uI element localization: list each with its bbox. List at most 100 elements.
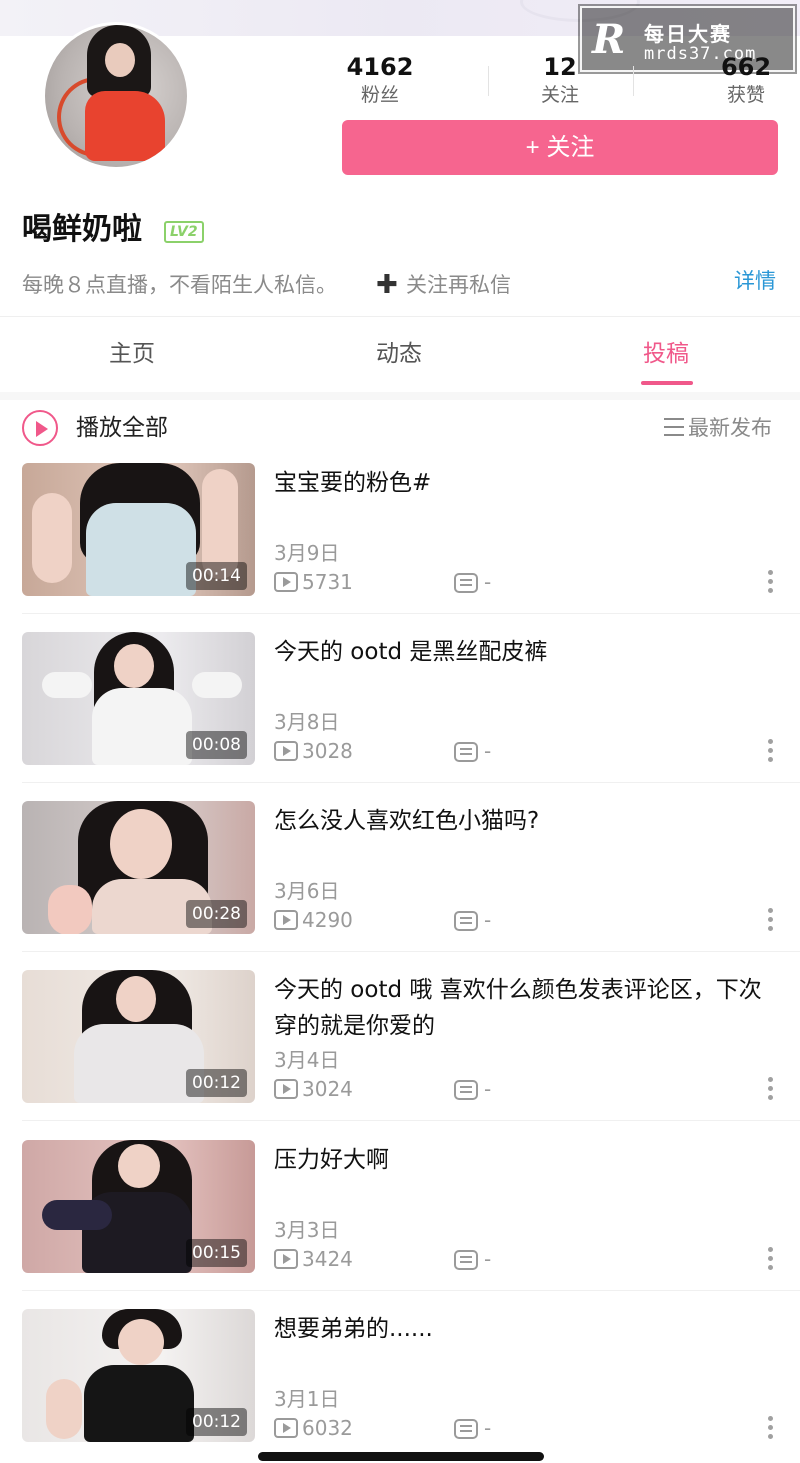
comment-icon — [454, 1419, 478, 1439]
thumbnail-detail — [116, 976, 156, 1022]
play-all-button[interactable]: 播放全部 — [76, 411, 168, 445]
more-options-icon[interactable] — [766, 1247, 774, 1275]
video-duration: 00:12 — [186, 1408, 247, 1436]
bio-follow-text: 关注再私信 — [406, 273, 511, 297]
video-item[interactable]: 00:28 怎么没人喜欢红色小猫吗? 3月6日 4290 - — [0, 801, 800, 970]
stat-label: 粉丝 — [360, 84, 399, 106]
stat-label: 关注 — [540, 84, 579, 106]
sort-button[interactable]: 最新发布 — [688, 411, 772, 445]
divider — [22, 782, 800, 783]
stat-value: 4162 — [346, 53, 414, 81]
play-count-icon — [274, 910, 298, 930]
more-options-icon[interactable] — [766, 1416, 774, 1444]
video-title[interactable]: 怎么没人喜欢红色小猫吗? — [274, 803, 784, 839]
video-duration: 00:12 — [186, 1069, 247, 1097]
tab-submissions[interactable]: 投稿 — [606, 336, 726, 372]
comment-icon — [454, 1080, 478, 1100]
video-date: 3月3日 — [274, 1218, 340, 1242]
comment-icon — [454, 911, 478, 931]
more-options-icon[interactable] — [766, 739, 774, 767]
thumbnail-detail — [114, 644, 154, 688]
video-date: 3月9日 — [274, 541, 340, 565]
comment-icon — [454, 573, 478, 593]
stat-label: 获赞 — [726, 84, 765, 106]
video-item[interactable]: 00:15 压力好大啊 3月3日 3424 - — [0, 1140, 800, 1309]
divider — [22, 613, 800, 614]
divider — [0, 392, 800, 400]
video-duration: 00:08 — [186, 731, 247, 759]
play-all-icon[interactable] — [22, 410, 58, 446]
video-item[interactable]: 00:12 想要弟弟的...... 3月1日 6032 - — [0, 1309, 800, 1463]
sort-icon[interactable] — [664, 418, 684, 436]
video-thumbnail[interactable]: 00:12 — [22, 970, 255, 1103]
thumbnail-detail — [118, 1144, 160, 1188]
video-thumbnail[interactable]: 00:08 — [22, 632, 255, 765]
video-thumbnail[interactable]: 00:12 — [22, 1309, 255, 1442]
video-title[interactable]: 压力好大啊 — [274, 1142, 784, 1178]
home-indicator[interactable] — [258, 1452, 544, 1461]
thumbnail-detail — [92, 688, 192, 765]
video-item[interactable]: 00:08 今天的 ootd 是黑丝配皮裤 3月8日 3028 - — [0, 632, 800, 801]
level-badge: LV2 — [164, 221, 204, 243]
avatar-detail — [105, 43, 135, 77]
video-duration: 00:28 — [186, 900, 247, 928]
video-title[interactable]: 想要弟弟的...... — [274, 1311, 784, 1347]
play-count: 6032 — [302, 1416, 353, 1440]
stat-value: 662 — [720, 53, 772, 81]
stat-divider — [633, 66, 634, 96]
stat-value: 12 — [543, 53, 577, 81]
video-item[interactable]: 00:14 宝宝要的粉色# 3月9日 5731 - — [0, 463, 800, 632]
details-link[interactable]: 详情 — [734, 266, 776, 296]
more-options-icon[interactable] — [766, 570, 774, 598]
video-thumbnail[interactable]: 00:14 — [22, 463, 255, 596]
stat-likes[interactable]: 662 获赞 — [666, 52, 800, 108]
play-count-icon — [274, 1079, 298, 1099]
tab-activity[interactable]: 动态 — [339, 336, 459, 372]
thumbnail-detail — [86, 503, 196, 596]
stat-fans[interactable]: 4162 粉丝 — [300, 52, 460, 108]
thumbnail-detail — [42, 1200, 112, 1230]
watermark-title: 每日大赛 — [644, 22, 732, 46]
thumbnail-detail — [110, 809, 172, 879]
divider — [22, 1290, 800, 1291]
play-count: 3424 — [302, 1247, 353, 1271]
play-count: 3024 — [302, 1077, 353, 1101]
video-title[interactable]: 今天的 ootd 哦 喜欢什么颜色发表评论区，下次穿的就是你爱的 — [274, 972, 784, 1044]
comment-count: - — [484, 1416, 492, 1440]
video-duration: 00:14 — [186, 562, 247, 590]
avatar[interactable] — [42, 22, 190, 170]
video-item[interactable]: 00:12 今天的 ootd 哦 喜欢什么颜色发表评论区，下次穿的就是你爱的 3… — [0, 970, 800, 1139]
thumbnail-detail — [84, 1365, 194, 1442]
follow-button[interactable]: + 关注 — [342, 120, 778, 175]
thumbnail-detail — [42, 672, 92, 698]
divider — [0, 316, 800, 317]
tab-home[interactable]: 主页 — [72, 336, 192, 372]
play-count-icon — [274, 572, 298, 592]
thumbnail-detail — [74, 1024, 204, 1103]
comment-icon — [454, 742, 478, 762]
comment-icon — [454, 1250, 478, 1270]
play-count: 4290 — [302, 908, 353, 932]
video-thumbnail[interactable]: 00:15 — [22, 1140, 255, 1273]
comment-count: - — [484, 570, 492, 594]
more-options-icon[interactable] — [766, 1077, 774, 1105]
video-date: 3月1日 — [274, 1387, 340, 1411]
divider — [22, 1120, 800, 1121]
thumbnail-detail — [118, 1319, 164, 1365]
comment-count: - — [484, 1247, 492, 1271]
plus-icon: ✚ — [376, 270, 398, 300]
active-tab-indicator — [641, 381, 693, 385]
play-count: 5731 — [302, 570, 353, 594]
play-count-icon — [274, 1418, 298, 1438]
video-title[interactable]: 宝宝要的粉色# — [274, 465, 784, 501]
thumbnail-detail — [32, 493, 72, 583]
video-thumbnail[interactable]: 00:28 — [22, 801, 255, 934]
video-title[interactable]: 今天的 ootd 是黑丝配皮裤 — [274, 634, 784, 670]
play-count: 3028 — [302, 739, 353, 763]
username: 喝鲜奶啦 — [22, 212, 142, 247]
video-date: 3月8日 — [274, 710, 340, 734]
comment-count: - — [484, 908, 492, 932]
play-count-icon — [274, 741, 298, 761]
more-options-icon[interactable] — [766, 908, 774, 936]
stat-following[interactable]: 12 关注 — [480, 52, 640, 108]
